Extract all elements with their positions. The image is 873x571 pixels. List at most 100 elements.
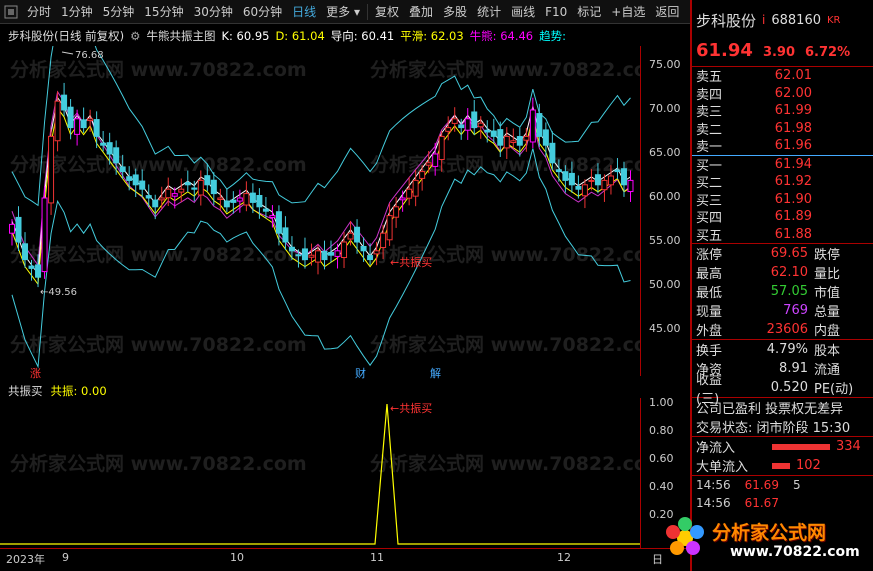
ask-row[interactable]: 卖五 62.01 — [692, 67, 873, 85]
add-watchlist-button[interactable]: +自选 — [606, 1, 650, 23]
candle-body[interactable] — [529, 109, 536, 143]
candle-body[interactable] — [41, 197, 48, 273]
candle-body[interactable] — [354, 226, 361, 243]
candle-body[interactable] — [464, 118, 471, 131]
tab-60min[interactable]: 60分钟 — [238, 1, 287, 23]
tab-30min[interactable]: 30分钟 — [189, 1, 238, 23]
candle-body[interactable] — [275, 211, 282, 234]
tab-more[interactable]: 更多 ▾ — [321, 1, 365, 23]
candle-body[interactable] — [438, 135, 445, 161]
candle-body[interactable] — [158, 197, 165, 201]
candlestick-chart[interactable]: 分析家公式网 www.70822.com 分析家公式网 www.70822.com… — [0, 46, 640, 386]
candle-body[interactable] — [28, 265, 35, 269]
candle-body[interactable] — [87, 118, 94, 122]
candle-body[interactable] — [458, 124, 465, 129]
draw-line-button[interactable]: 画线 — [506, 1, 540, 23]
candle-body[interactable] — [139, 180, 146, 190]
candle-body[interactable] — [217, 197, 224, 200]
candle-body[interactable] — [549, 142, 556, 164]
candle-body[interactable] — [445, 127, 452, 132]
candle-body[interactable] — [614, 169, 621, 173]
ask-row[interactable]: 卖一 61.96 — [692, 137, 873, 155]
candle-body[interactable] — [54, 100, 61, 142]
candle-body[interactable] — [380, 232, 387, 248]
candle-body[interactable] — [22, 243, 29, 261]
candle-body[interactable] — [555, 169, 562, 173]
ask-row[interactable]: 卖四 62.00 — [692, 85, 873, 103]
candle-body[interactable] — [210, 179, 217, 195]
candle-body[interactable] — [165, 188, 172, 199]
candle-body[interactable] — [477, 122, 484, 128]
candle-body[interactable] — [191, 187, 198, 190]
candle-body[interactable] — [230, 199, 237, 203]
back-button[interactable]: 返回 — [650, 1, 684, 23]
tab-daily[interactable]: 日线 — [287, 1, 321, 23]
ask-row[interactable]: 卖三 61.99 — [692, 102, 873, 120]
candle-body[interactable] — [321, 250, 328, 261]
candle-body[interactable] — [542, 129, 549, 146]
candle-body[interactable] — [67, 106, 74, 129]
candle-body[interactable] — [419, 171, 426, 179]
candle-body[interactable] — [119, 166, 126, 173]
candle-body[interactable] — [386, 215, 393, 241]
candle-body[interactable] — [100, 142, 107, 146]
candle-body[interactable] — [536, 113, 543, 137]
candle-body[interactable] — [490, 130, 497, 137]
mark-button[interactable]: 标记 — [572, 1, 606, 23]
candle-body[interactable] — [282, 227, 289, 243]
settings-gear-icon[interactable]: ⚙ — [130, 29, 140, 43]
candle-body[interactable] — [295, 254, 302, 257]
candle-body[interactable] — [581, 184, 588, 197]
candle-body[interactable] — [627, 179, 634, 193]
statistics-button[interactable]: 统计 — [472, 1, 506, 23]
tab-fenshi[interactable]: 分时 — [22, 1, 56, 23]
indicator-name[interactable]: 牛熊共振主图 — [146, 28, 215, 44]
candle-body[interactable] — [171, 193, 178, 197]
candle-body[interactable] — [516, 136, 523, 146]
bid-row[interactable]: 买五 61.88 — [692, 226, 873, 244]
candle-body[interactable] — [607, 175, 614, 186]
candle-body[interactable] — [301, 248, 308, 261]
candle-body[interactable] — [61, 94, 68, 111]
overlay-button[interactable]: 叠加 — [404, 1, 438, 23]
candle-body[interactable] — [412, 179, 419, 197]
candle-body[interactable] — [93, 119, 100, 137]
unlock-marker[interactable]: 解 — [430, 366, 441, 380]
candle-body[interactable] — [451, 118, 458, 124]
candle-body[interactable] — [35, 264, 42, 278]
candle-body[interactable] — [562, 171, 569, 181]
candle-body[interactable] — [432, 153, 439, 167]
candle-body[interactable] — [113, 147, 120, 164]
candle-body[interactable] — [347, 232, 354, 240]
candle-body[interactable] — [80, 119, 87, 129]
candle-body[interactable] — [406, 188, 413, 199]
candle-body[interactable] — [184, 182, 191, 186]
tab-15min[interactable]: 15分钟 — [139, 1, 188, 23]
candle-body[interactable] — [471, 111, 478, 129]
zhang-marker[interactable]: 涨 — [30, 367, 41, 380]
candle-body[interactable] — [393, 206, 400, 218]
candle-body[interactable] — [568, 172, 575, 186]
candle-body[interactable] — [132, 174, 139, 186]
candle-body[interactable] — [328, 252, 335, 256]
candle-body[interactable] — [575, 186, 582, 190]
candle-body[interactable] — [197, 179, 204, 196]
f10-button[interactable]: F10 — [540, 1, 572, 23]
tab-1min[interactable]: 1分钟 — [56, 1, 98, 23]
resonance-chart[interactable]: 分析家公式网 www.70822.com 分析家公式网 www.70822.com… — [0, 398, 640, 548]
candle-body[interactable] — [497, 129, 504, 146]
candle-body[interactable] — [126, 176, 133, 181]
candle-body[interactable] — [601, 179, 608, 191]
candle-body[interactable] — [308, 254, 315, 258]
candle-body[interactable] — [48, 135, 55, 204]
candle-body[interactable] — [523, 135, 530, 141]
candle-body[interactable] — [503, 135, 510, 149]
candle-body[interactable] — [367, 255, 374, 261]
bid-row[interactable]: 买三 61.90 — [692, 191, 873, 209]
candle-body[interactable] — [178, 188, 185, 193]
ask-row[interactable]: 卖二 61.98 — [692, 120, 873, 138]
candle-body[interactable] — [484, 129, 491, 133]
candle-body[interactable] — [204, 175, 211, 186]
tab-5min[interactable]: 5分钟 — [98, 1, 140, 23]
candle-body[interactable] — [249, 192, 256, 203]
